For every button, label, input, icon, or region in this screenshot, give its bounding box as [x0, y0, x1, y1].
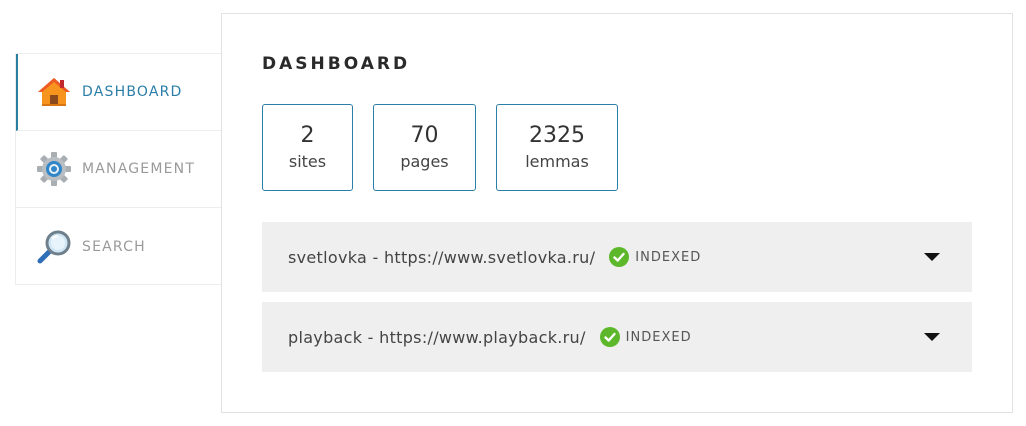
- site-name: svetlovka - https://www.svetlovka.ru/: [288, 247, 596, 267]
- check-circle-icon: [609, 247, 630, 267]
- site-name: playback - https://www.playback.ru/: [288, 327, 586, 347]
- chevron-down-icon[interactable]: [924, 333, 940, 341]
- site-row[interactable]: playback - https://www.playback.ru/ INDE…: [262, 302, 972, 372]
- sidebar-item-dashboard[interactable]: DASHBOARD: [16, 54, 221, 131]
- stat-value: 2: [300, 122, 315, 148]
- stat-card-pages: 70 pages: [373, 104, 476, 191]
- status-text: INDEXED: [625, 329, 692, 345]
- stat-value: 70: [410, 122, 439, 148]
- app-page: DASHBOARD MANAGEMENT SEARCH DASHBOARD 2 …: [0, 0, 1026, 426]
- gear-icon: [36, 151, 72, 187]
- sidebar-item-management[interactable]: MANAGEMENT: [16, 131, 221, 208]
- stat-label: lemmas: [525, 151, 589, 171]
- check-circle-icon: [599, 327, 620, 347]
- sidebar-item-label: DASHBOARD: [82, 84, 183, 100]
- site-row[interactable]: svetlovka - https://www.svetlovka.ru/ IN…: [262, 222, 972, 292]
- stat-card-lemmas: 2325 lemmas: [496, 104, 618, 191]
- status-badge: INDEXED: [599, 327, 692, 347]
- sidebar-item-label: SEARCH: [82, 238, 146, 255]
- stat-value: 2325: [529, 122, 585, 148]
- sidebar-item-label: MANAGEMENT: [82, 161, 196, 177]
- sidebar: DASHBOARD MANAGEMENT SEARCH: [15, 53, 221, 285]
- status-badge: INDEXED: [609, 247, 701, 267]
- status-text: INDEXED: [635, 249, 702, 265]
- home-icon: [36, 74, 72, 110]
- dashboard-panel: DASHBOARD 2 sites 70 pages 2325 lemmas s…: [221, 13, 1013, 413]
- stat-card-sites: 2 sites: [262, 104, 353, 191]
- magnifier-icon: [36, 229, 72, 265]
- chevron-down-icon[interactable]: [924, 253, 940, 261]
- stat-label: pages: [400, 151, 449, 171]
- stat-label: sites: [288, 151, 327, 171]
- page-title: DASHBOARD: [262, 54, 411, 74]
- sidebar-item-search[interactable]: SEARCH: [16, 208, 221, 285]
